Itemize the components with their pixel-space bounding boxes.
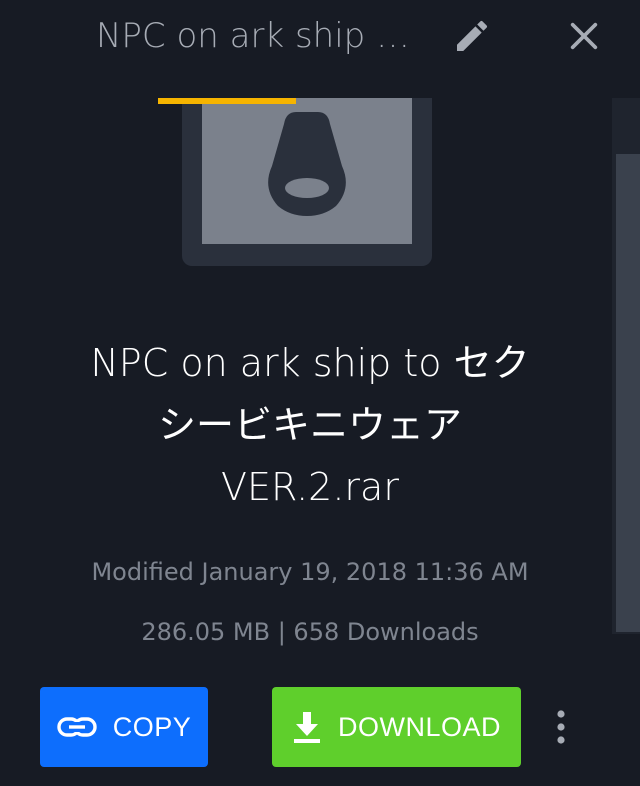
size-and-downloads: 286.05 MB | 658 Downloads — [141, 618, 479, 646]
download-icon — [293, 712, 320, 743]
file-thumbnail-inner — [202, 98, 412, 244]
more-options-button[interactable] — [544, 702, 578, 752]
adjacent-file-preview — [616, 154, 640, 632]
file-name: NPC on ark ship to セク シービキニウェア VER.2.rar — [60, 332, 560, 518]
archive-zipper-icon — [268, 112, 346, 216]
header-title: NPC on ark ship … — [96, 16, 411, 56]
link-icon — [57, 717, 97, 737]
progress-fill — [158, 98, 296, 104]
copy-label: COPY — [112, 711, 192, 742]
download-button[interactable]: DOWNLOAD — [272, 687, 521, 767]
file-thumbnail — [182, 98, 432, 266]
more-vertical-icon — [557, 710, 565, 744]
adjacent-file-panel[interactable] — [612, 98, 640, 634]
pencil-icon — [457, 20, 488, 51]
progress-bar — [158, 98, 434, 104]
file-name-line: シービキニウェア — [157, 403, 462, 447]
modified-date: Modified January 19, 2018 11:36 AM — [91, 558, 529, 586]
file-preview-screen: NPC on ark ship … NPC on ark ship to セク … — [0, 0, 640, 786]
file-name-line: VER.2.rar — [221, 465, 399, 509]
edit-button[interactable] — [448, 14, 496, 58]
copy-link-button[interactable]: COPY — [40, 687, 208, 767]
file-name-line: NPC on ark ship to セク — [90, 341, 530, 385]
close-icon — [570, 22, 598, 50]
download-label: DOWNLOAD — [337, 711, 501, 742]
close-button[interactable] — [560, 12, 608, 60]
